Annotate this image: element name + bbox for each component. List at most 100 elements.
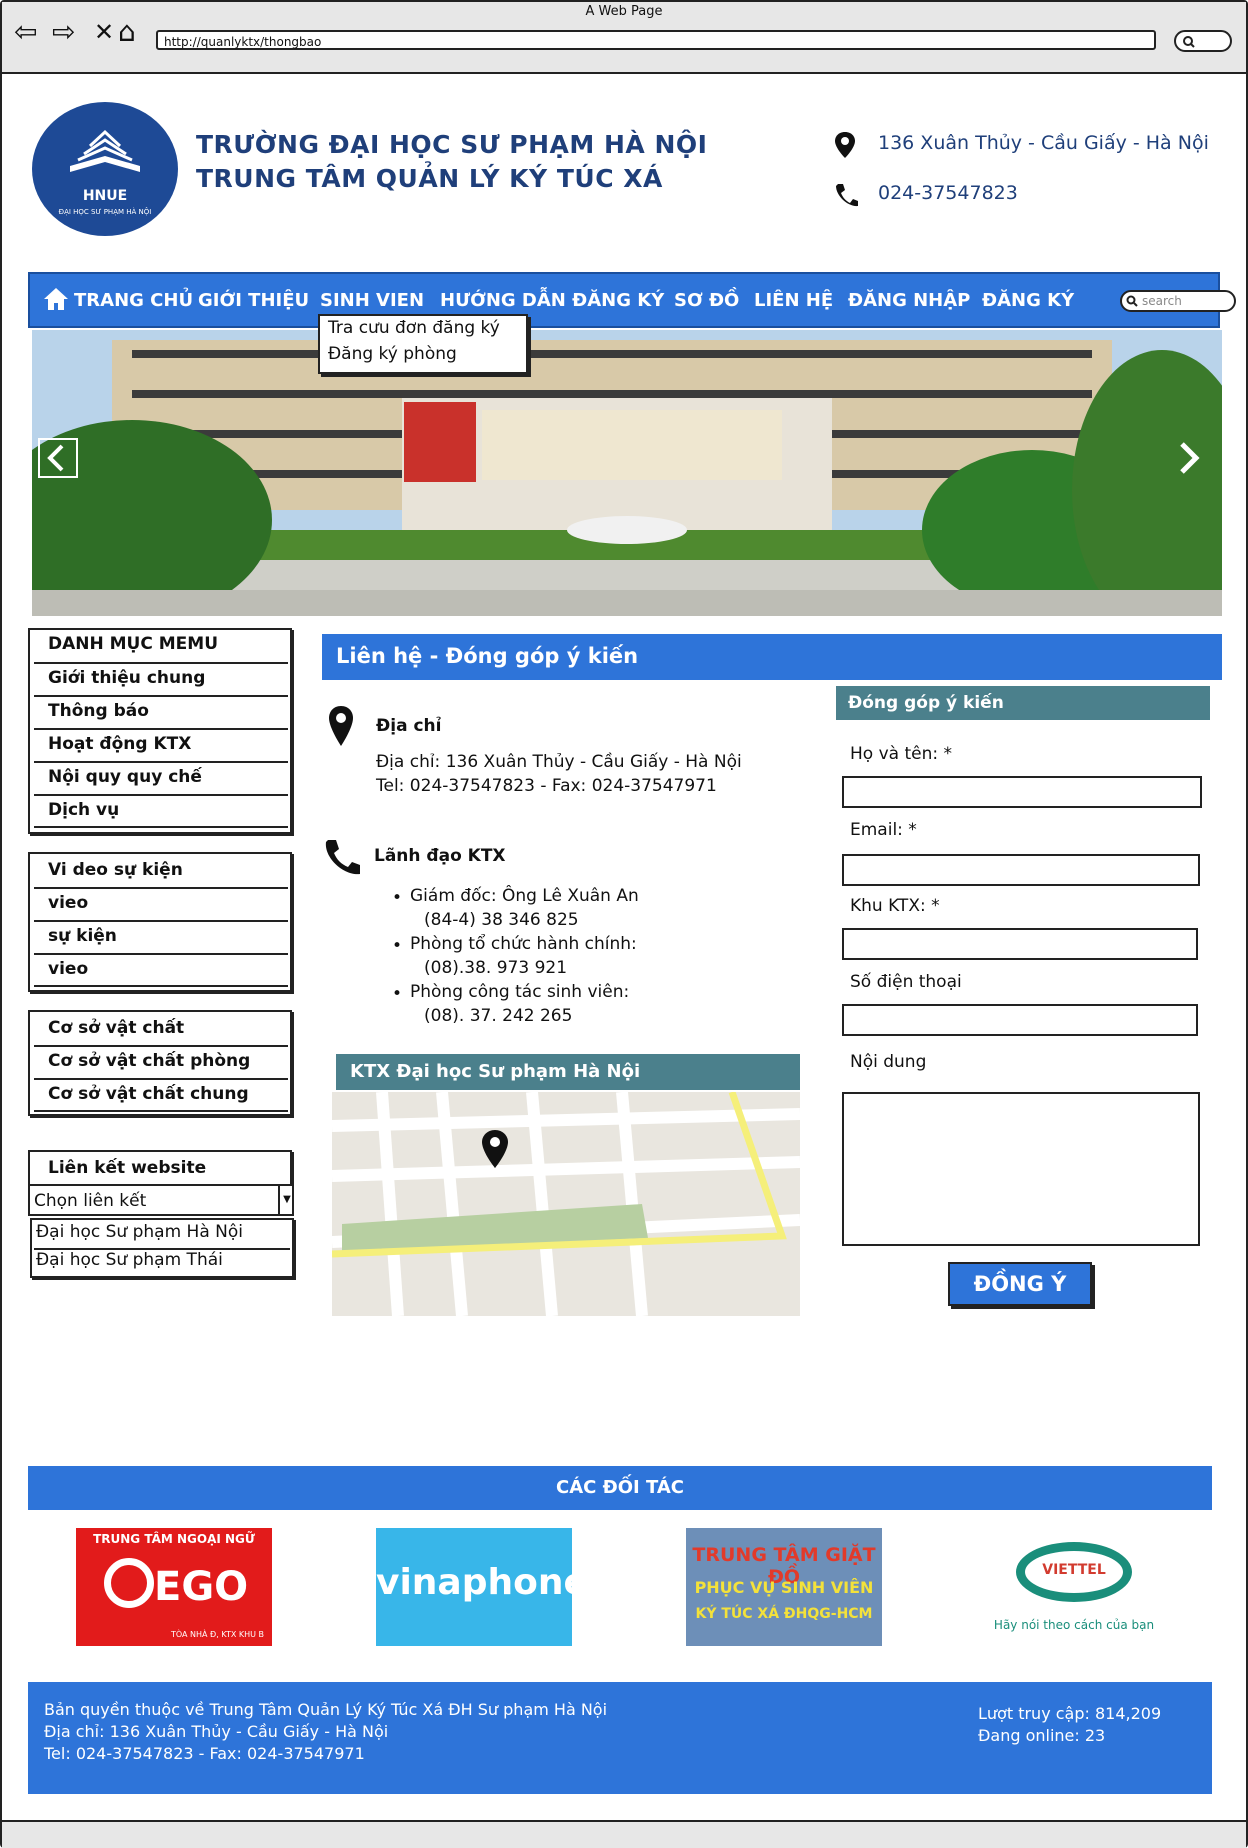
footer-copyright: Bản quyền thuộc về Trung Tâm Quản Lý Ký … [44,1700,608,1719]
home-icon[interactable]: ⌂ [118,18,136,46]
links-option[interactable]: Đại học Sư phạm Hà Nội [36,1222,243,1242]
divider [34,887,288,889]
chevron-down-icon[interactable]: ▼ [278,1186,294,1214]
leader-title: Phòng tổ chức hành chính: [410,934,637,954]
dropdown-item-room-register[interactable]: Đăng ký phòng [328,344,457,364]
fullname-input[interactable] [842,776,1202,808]
sidebar-links-title: Liên kết website [48,1158,207,1178]
sidebar-item-notices[interactable]: Thông báo [48,701,149,721]
bullet: • [392,936,403,956]
school-name: TRƯỜNG ĐẠI HỌC SƯ PHẠM HÀ NỘI [196,130,708,159]
submit-button[interactable]: ĐỒNG Ý [948,1262,1092,1306]
sidebar-item-rules[interactable]: Nội quy quy chế [48,767,202,787]
footer-address: Địa chỉ: 136 Xuân Thủy - Cầu Giấy - Hà N… [44,1722,389,1741]
window-title: A Web Page [585,4,663,19]
carousel-next-icon[interactable] [1168,438,1208,478]
divider [34,761,288,763]
sidebar-item-intro[interactable]: Giới thiệu chung [48,668,205,688]
close-icon[interactable]: ✕ [94,18,114,46]
sidebar-video-box: Vi deo sự kiện vieo sự kiện vieo [28,852,292,992]
divider [34,985,288,987]
partner-vinaphone-logo[interactable]: vinaphone [376,1528,588,1646]
divider [34,920,288,922]
school-logo: HNUE ĐẠI HỌC SƯ PHẠM HÀ NỘI [32,102,178,236]
links-option[interactable]: Đại học Sư phạm Thái [36,1250,223,1270]
partner-viettel-main: VIETTEL [1042,1562,1106,1578]
sidebar-menu-title: DANH MỤC MEMU [48,634,219,654]
email-input[interactable] [842,854,1200,886]
location-pin-icon [835,132,855,158]
sidebar-facilities-room[interactable]: Cơ sở vật chất phòng [48,1051,250,1071]
divider [34,1078,288,1080]
sidebar-video-item[interactable]: vieo [48,893,88,913]
leader-phone: (08). 37. 242 265 [424,1006,573,1026]
location-map[interactable] [332,1092,800,1316]
main-nav: TRANG CHỦ GIỚI THIỆU SINH VIEN HƯỚNG DẪN… [28,272,1236,328]
content-textarea[interactable] [842,1092,1200,1246]
leaders-phone-icon [325,840,360,875]
partner-vinaphone-text: vinaphone [376,1562,588,1603]
partner-laundry-mid: PHỤC VỤ SINH VIÊN [694,1578,874,1597]
forward-icon[interactable]: ⇨ [52,18,75,46]
dorm-area-input[interactable] [842,928,1198,960]
center-name: TRUNG TÂM QUẢN LÝ KÝ TÚC XÁ [196,164,663,193]
sidebar-links-box: Liên kết website [28,1150,292,1186]
divider [34,1045,288,1047]
links-select-value: Chọn liên kết [34,1191,147,1211]
feedback-form-title: Đóng góp ý kiến [836,686,1210,720]
phone-icon [836,184,858,207]
tel-line: Tel: 024-37547823 - Fax: 024-37547971 [376,776,717,796]
sidebar-video-title[interactable]: Vi deo sự kiện [48,860,183,880]
bullet: • [392,984,403,1004]
nav-registration-guide[interactable]: HƯỚNG DẪN ĐĂNG KÝ [440,290,664,311]
nav-about[interactable]: GIỚI THIỆU [198,290,309,311]
links-select[interactable]: Chọn liên kết ▼ [28,1184,294,1216]
header-address: 136 Xuân Thủy - Cầu Giấy - Hà Nội [878,132,1209,154]
nav-contact[interactable]: LIÊN HỆ [754,290,833,311]
label-fullname: Họ và tên: * [850,744,952,764]
label-email: Email: * [850,820,917,840]
carousel-prev-icon[interactable] [38,438,78,478]
sidebar-facilities-common[interactable]: Cơ sở vật chất chung [48,1084,249,1104]
nav-map[interactable]: SƠ ĐỒ [674,290,739,311]
label-dorm-area: Khu KTX: * [850,896,940,916]
partner-laundry-logo[interactable]: TRUNG TÂM GIẶT ĐỒ PHỤC VỤ SINH VIÊN KÝ T… [686,1528,882,1646]
divider [34,794,288,796]
leader-phone: (08).38. 973 921 [424,958,568,978]
nav-register[interactable]: ĐĂNG KÝ [982,290,1074,311]
leaders-heading: Lãnh đạo KTX [374,846,506,866]
footer-visits: Lượt truy cập: 814,209 [978,1704,1162,1723]
sidebar-facilities-title[interactable]: Cơ sở vật chất [48,1018,184,1038]
partner-viettel-sub: Hãy nói theo cách của bạn [993,1618,1155,1632]
partner-ego-main: EGO [154,1564,249,1610]
home-nav-icon[interactable] [42,286,70,312]
page-title: Liên hệ - Đóng góp ý kiến [336,644,639,668]
back-icon[interactable]: ⇦ [14,18,37,46]
divider [34,1110,288,1112]
phone-input[interactable] [842,1004,1198,1036]
partner-viettel-logo[interactable]: VIETTEL Hãy nói theo cách của bạn [976,1528,1172,1646]
divider [34,662,288,664]
leader-phone: (84-4) 38 346 825 [424,910,579,930]
partner-ego-logo[interactable]: TRUNG TÂM NGOẠI NGỮ EGO TÒA NHÀ Đ, KTX K… [76,1528,272,1646]
footer: Bản quyền thuộc về Trung Tâm Quản Lý Ký … [28,1682,1212,1794]
partner-ego-ring [104,1558,154,1608]
partner-ego-sub: TÒA NHÀ Đ, KTX KHU B [170,1630,264,1639]
sidebar-item-services[interactable]: Dịch vụ [48,800,119,820]
nav-home[interactable]: TRANG CHỦ [74,290,193,311]
sidebar-video-item[interactable]: vieo [48,959,88,979]
partner-ego-top: TRUNG TÂM NGOẠI NGỮ [93,1532,255,1546]
logo-subtext: ĐẠI HỌC SƯ PHẠM HÀ NỘI [58,208,152,216]
divider [34,953,288,955]
logo-text: HNUE [82,188,128,204]
dropdown-item-lookup[interactable]: Tra cưu đơn đăng ký [328,318,500,338]
sidebar-item-activities[interactable]: Hoạt động KTX [48,734,191,754]
campus-banner-image [32,330,1222,616]
browser-search-icon[interactable] [1174,30,1232,52]
url-bar[interactable]: http://quanlyktx/thongbao [156,30,1156,50]
address-heading: Địa chỉ [376,716,442,736]
label-phone: Số điện thoại [850,972,962,992]
sidebar-event-item[interactable]: sự kiện [48,926,117,946]
nav-login[interactable]: ĐĂNG NHẬP [848,290,970,311]
nav-students[interactable]: SINH VIEN [320,290,424,311]
